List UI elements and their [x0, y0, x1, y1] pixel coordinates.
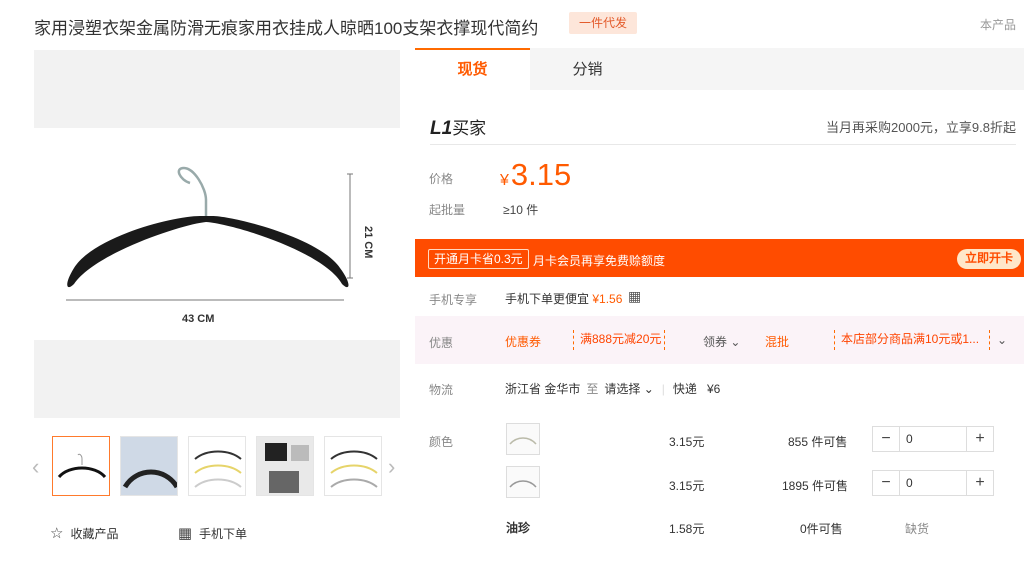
thumb-clothes-photo: [265, 443, 309, 493]
qr-code-icon: ▦: [177, 525, 192, 542]
chevron-right-icon[interactable]: ›: [388, 454, 395, 480]
buyer-level-prefix: L1: [430, 118, 453, 139]
mobile-order-button[interactable]: ▦ 手机下单: [178, 524, 275, 542]
ship-to-select-label: 请选择: [604, 382, 641, 396]
logistics-info: 浙江省 金华市至请选择 ⌄ | 快递 ¥6: [505, 380, 720, 397]
coupon-tag[interactable]: 满888元减20元: [573, 330, 665, 350]
favorite-label: 收藏产品: [70, 526, 119, 541]
sku-image-1[interactable]: [506, 423, 540, 455]
thumbnail-3[interactable]: [188, 436, 246, 496]
discount-label: 优惠: [429, 336, 454, 350]
price-label: 价格: [429, 172, 454, 186]
moq-label: 起批量: [429, 203, 466, 217]
sku-price: 1.58元: [669, 522, 705, 536]
dropship-badge: 一件代发: [569, 12, 638, 34]
mixed-batch-label: 混批: [765, 335, 790, 349]
out-of-stock-label: 缺货: [905, 522, 930, 536]
sku-price: 3.15元: [669, 435, 705, 449]
minus-button[interactable]: −: [873, 471, 899, 495]
chevron-down-icon: ⌄: [643, 382, 654, 396]
mobile-order-label: 手机下单: [199, 526, 248, 541]
mobile-deal-price: ¥1.56: [592, 292, 623, 306]
chevron-down-icon[interactable]: ⌄: [997, 333, 1007, 347]
ship-to-label: 至: [586, 382, 599, 396]
separator: |: [661, 382, 665, 396]
qr-code-icon[interactable]: ▦: [628, 288, 641, 305]
mobile-deal-text: 手机下单更便宜: [505, 292, 590, 306]
sku-stock: 1895 件可售: [782, 479, 849, 493]
shipping-method: 快递: [672, 382, 697, 396]
dim-height-label: 21 CM: [362, 226, 374, 258]
thumb-hanger-black: [57, 453, 107, 479]
claim-coupon-link[interactable]: 领券 ⌄: [703, 333, 740, 350]
thumbnail-5[interactable]: [324, 436, 382, 496]
star-icon: ☆: [50, 525, 64, 542]
tab-in-stock[interactable]: 现货: [415, 48, 530, 90]
shipping-fee: ¥6: [706, 382, 721, 396]
sku-label: 颜色: [429, 435, 454, 449]
mobile-deal[interactable]: 手机下单更便宜 ¥1.56: [505, 290, 622, 307]
chevron-down-icon: ⌄: [730, 335, 741, 349]
buyer-level-label: 买家: [452, 119, 487, 138]
image-band-top: [34, 50, 400, 128]
membership-badge[interactable]: 开通月卡省0.3元: [428, 249, 529, 269]
buyer-promo-text: 当月再采购2000元，立享9.8折起: [826, 120, 1016, 135]
thumbnail-strip: ‹ ›: [32, 436, 400, 498]
mixed-batch-tag[interactable]: 本店部分商品满10元或1...: [834, 330, 990, 350]
chevron-left-icon[interactable]: ‹: [32, 454, 39, 480]
sku-image-2[interactable]: [506, 466, 540, 498]
thumbnail-4[interactable]: [256, 436, 314, 496]
quantity-input[interactable]: 0: [899, 471, 967, 495]
moq-value: ≥10 件: [503, 203, 539, 217]
logistics-label: 物流: [429, 383, 454, 397]
buyer-level: L1买家: [430, 114, 486, 140]
thumbnail-1[interactable]: [52, 436, 110, 496]
thumb-hanger-photo: [121, 437, 177, 495]
dim-width-label: 43 CM: [182, 313, 214, 325]
coupon-label: 优惠券: [505, 335, 542, 349]
sku-price: 3.15元: [669, 479, 705, 493]
thumb-hanger-colors: [330, 450, 378, 488]
ship-from: 浙江省 金华市: [505, 382, 581, 396]
purchase-tabs: 现货 分销: [415, 48, 1024, 90]
price-amount: 3.15: [510, 157, 572, 192]
top-right-text: 本产品: [980, 18, 1017, 32]
plus-button[interactable]: +: [967, 427, 993, 451]
favorite-button[interactable]: ☆ 收藏产品: [50, 524, 146, 542]
sku-hanger-thumb: [509, 437, 537, 445]
sku-stock: 0件可售: [800, 522, 843, 536]
hanger-image: 21 CM 43 CM: [66, 166, 374, 325]
open-card-button[interactable]: 立即开卡: [957, 249, 1022, 269]
membership-text: 月卡会员再享免费赊额度: [533, 254, 666, 268]
thumbnail-2[interactable]: [120, 436, 178, 496]
sku-stock: 855 件可售: [788, 435, 848, 449]
plus-button[interactable]: +: [967, 471, 993, 495]
sku-hanger-thumb: [509, 480, 537, 488]
thumb-hanger-set: [194, 450, 242, 488]
mobile-label: 手机专享: [429, 293, 478, 307]
image-band-bottom: [34, 340, 400, 418]
currency-symbol: ¥: [500, 172, 509, 189]
quantity-stepper: − 0 +: [872, 426, 994, 452]
product-title: 家用浸塑衣架金属防滑无痕家用衣挂成人晾晒100支架衣撑现代简约: [34, 19, 539, 38]
tab-distribution[interactable]: 分销: [530, 48, 645, 90]
quantity-stepper: − 0 +: [872, 470, 994, 496]
minus-button[interactable]: −: [873, 427, 899, 451]
ship-to-select[interactable]: 请选择 ⌄: [604, 382, 653, 396]
main-product-image[interactable]: 21 CM 43 CM: [34, 128, 400, 340]
sku-name: 油珍: [506, 521, 531, 535]
divider: [430, 144, 1016, 145]
claim-coupon-label: 领券: [703, 335, 728, 349]
price-value: ¥3.15: [500, 157, 571, 193]
quantity-input[interactable]: 0: [899, 427, 967, 451]
